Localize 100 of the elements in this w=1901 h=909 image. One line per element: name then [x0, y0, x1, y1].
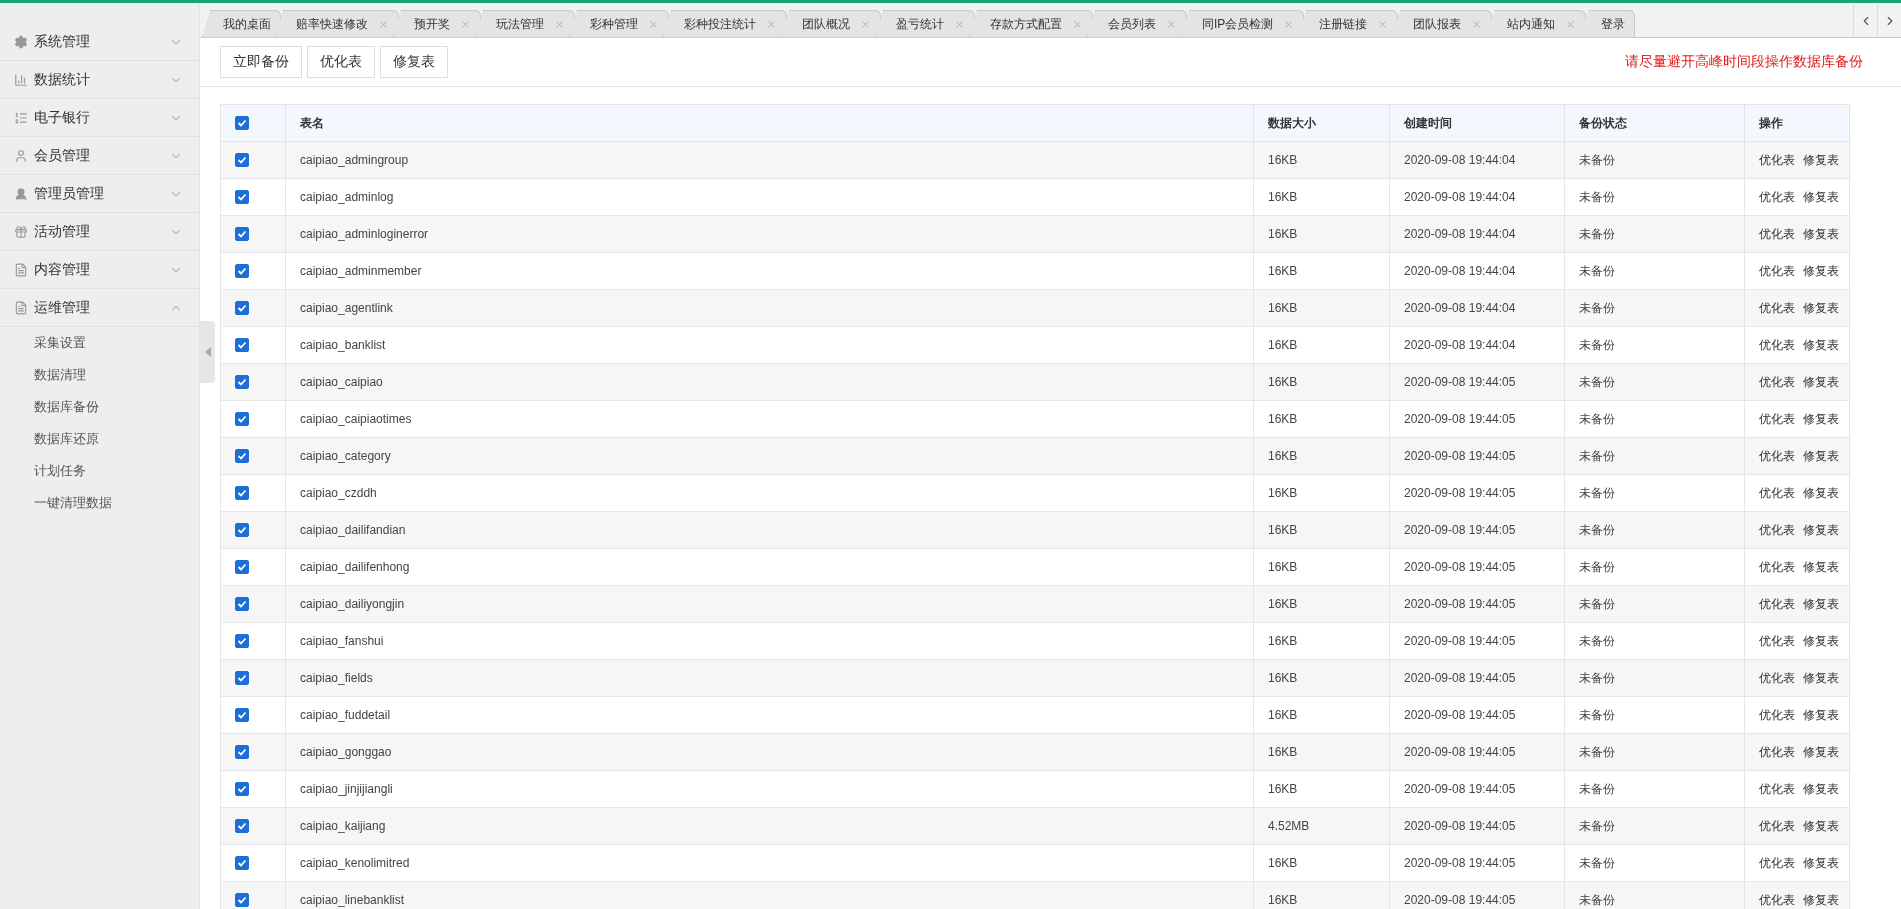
tab[interactable]: 登录: [1580, 10, 1636, 37]
submenu-item[interactable]: 采集设置: [0, 327, 199, 359]
checkbox[interactable]: [235, 486, 249, 501]
action-link[interactable]: 修复表: [1803, 892, 1839, 907]
checkbox[interactable]: [235, 116, 249, 131]
checkbox[interactable]: [235, 782, 249, 797]
checkbox[interactable]: [235, 634, 249, 649]
action-link[interactable]: 修复表: [1803, 263, 1839, 278]
action-link[interactable]: 优化表: [1759, 448, 1795, 463]
checkbox[interactable]: [235, 671, 249, 686]
tab[interactable]: 玩法管理: [475, 10, 575, 37]
action-link[interactable]: 修复表: [1803, 189, 1839, 204]
action-link[interactable]: 修复表: [1803, 411, 1839, 426]
checkbox[interactable]: [235, 301, 249, 316]
sidebar-item[interactable]: 运维管理: [0, 289, 199, 327]
action-link[interactable]: 修复表: [1803, 485, 1839, 500]
sidebar-item[interactable]: 数据统计: [0, 61, 199, 99]
action-link[interactable]: 优化表: [1759, 781, 1795, 796]
action-link[interactable]: 优化表: [1759, 263, 1795, 278]
action-link[interactable]: 修复表: [1803, 374, 1839, 389]
action-link[interactable]: 优化表: [1759, 633, 1795, 648]
submenu-item[interactable]: 数据库还原: [0, 423, 199, 455]
checkbox[interactable]: [235, 338, 249, 353]
action-link[interactable]: 修复表: [1803, 633, 1839, 648]
checkbox[interactable]: [235, 745, 249, 760]
tab[interactable]: 团队报表: [1392, 10, 1493, 37]
sidebar-item[interactable]: 活动管理: [0, 213, 199, 251]
action-link[interactable]: 修复表: [1803, 522, 1839, 537]
action-link[interactable]: 优化表: [1759, 744, 1795, 759]
table-cell: 未备份: [1564, 585, 1745, 623]
checkbox[interactable]: [235, 893, 249, 908]
tab[interactable]: 我的桌面: [202, 10, 281, 37]
action-link[interactable]: 修复表: [1803, 707, 1839, 722]
action-link[interactable]: 修复表: [1803, 448, 1839, 463]
submenu-item[interactable]: 计划任务: [0, 455, 199, 487]
action-link[interactable]: 优化表: [1759, 337, 1795, 352]
checkbox[interactable]: [235, 375, 249, 390]
sidebar-item[interactable]: 内容管理: [0, 251, 199, 289]
checkbox[interactable]: [235, 190, 249, 205]
action-link[interactable]: 优化表: [1759, 855, 1795, 870]
action-link[interactable]: 优化表: [1759, 411, 1795, 426]
tab[interactable]: 预开奖: [393, 10, 481, 37]
toolbar-button[interactable]: 优化表: [307, 46, 375, 78]
action-link[interactable]: 优化表: [1759, 189, 1795, 204]
tab[interactable]: 注册链接: [1298, 10, 1399, 37]
action-link[interactable]: 优化表: [1759, 300, 1795, 315]
action-link[interactable]: 修复表: [1803, 226, 1839, 241]
checkbox[interactable]: [235, 412, 249, 427]
tab[interactable]: 赔率快速修改: [275, 10, 399, 37]
action-link[interactable]: 修复表: [1803, 152, 1839, 167]
checkbox[interactable]: [235, 264, 249, 279]
action-link[interactable]: 修复表: [1803, 559, 1839, 574]
tab[interactable]: 存款方式配置: [969, 10, 1093, 37]
table-cell: 2020-09-08 19:44:04: [1389, 289, 1565, 327]
submenu-item[interactable]: 数据清理: [0, 359, 199, 391]
tab[interactable]: 彩种投注统计: [663, 10, 787, 37]
tab[interactable]: 会员列表: [1087, 10, 1187, 37]
collapse-handle[interactable]: [200, 321, 215, 383]
action-link[interactable]: 修复表: [1803, 670, 1839, 685]
action-link[interactable]: 优化表: [1759, 596, 1795, 611]
table-cell: 16KB: [1253, 400, 1390, 438]
action-link[interactable]: 优化表: [1759, 485, 1795, 500]
sidebar-item[interactable]: 管理员管理: [0, 175, 199, 213]
action-link[interactable]: 优化表: [1759, 670, 1795, 685]
checkbox[interactable]: [235, 560, 249, 575]
action-link[interactable]: 优化表: [1759, 559, 1795, 574]
submenu-item[interactable]: 数据库备份: [0, 391, 199, 423]
checkbox[interactable]: [235, 449, 249, 464]
action-link[interactable]: 优化表: [1759, 226, 1795, 241]
tab[interactable]: 彩种管理: [569, 10, 669, 37]
sidebar-item[interactable]: 电子银行: [0, 99, 199, 137]
action-link[interactable]: 修复表: [1803, 596, 1839, 611]
action-link[interactable]: 优化表: [1759, 374, 1795, 389]
tab[interactable]: 同IP会员检测: [1181, 10, 1305, 37]
checkbox[interactable]: [235, 153, 249, 168]
sidebar-item[interactable]: 会员管理: [0, 137, 199, 175]
checkbox[interactable]: [235, 227, 249, 242]
action-link[interactable]: 优化表: [1759, 522, 1795, 537]
action-link[interactable]: 优化表: [1759, 152, 1795, 167]
action-link[interactable]: 修复表: [1803, 744, 1839, 759]
toolbar-button[interactable]: 修复表: [380, 46, 448, 78]
checkbox[interactable]: [235, 597, 249, 612]
tab[interactable]: 团队概况: [781, 10, 881, 37]
action-link[interactable]: 修复表: [1803, 300, 1839, 315]
action-link[interactable]: 修复表: [1803, 855, 1839, 870]
toolbar-button[interactable]: 立即备份: [220, 46, 302, 78]
action-link[interactable]: 修复表: [1803, 818, 1839, 833]
checkbox[interactable]: [235, 523, 249, 538]
checkbox[interactable]: [235, 819, 249, 834]
action-link[interactable]: 修复表: [1803, 781, 1839, 796]
action-link[interactable]: 优化表: [1759, 818, 1795, 833]
submenu-item[interactable]: 一键清理数据: [0, 487, 199, 519]
tab[interactable]: 站内通知: [1486, 10, 1587, 37]
action-link[interactable]: 优化表: [1759, 892, 1795, 907]
action-link[interactable]: 优化表: [1759, 707, 1795, 722]
action-link[interactable]: 修复表: [1803, 337, 1839, 352]
checkbox[interactable]: [235, 856, 249, 871]
sidebar-item[interactable]: 系统管理: [0, 23, 199, 61]
tab[interactable]: 盈亏统计: [875, 10, 975, 37]
checkbox[interactable]: [235, 708, 249, 723]
